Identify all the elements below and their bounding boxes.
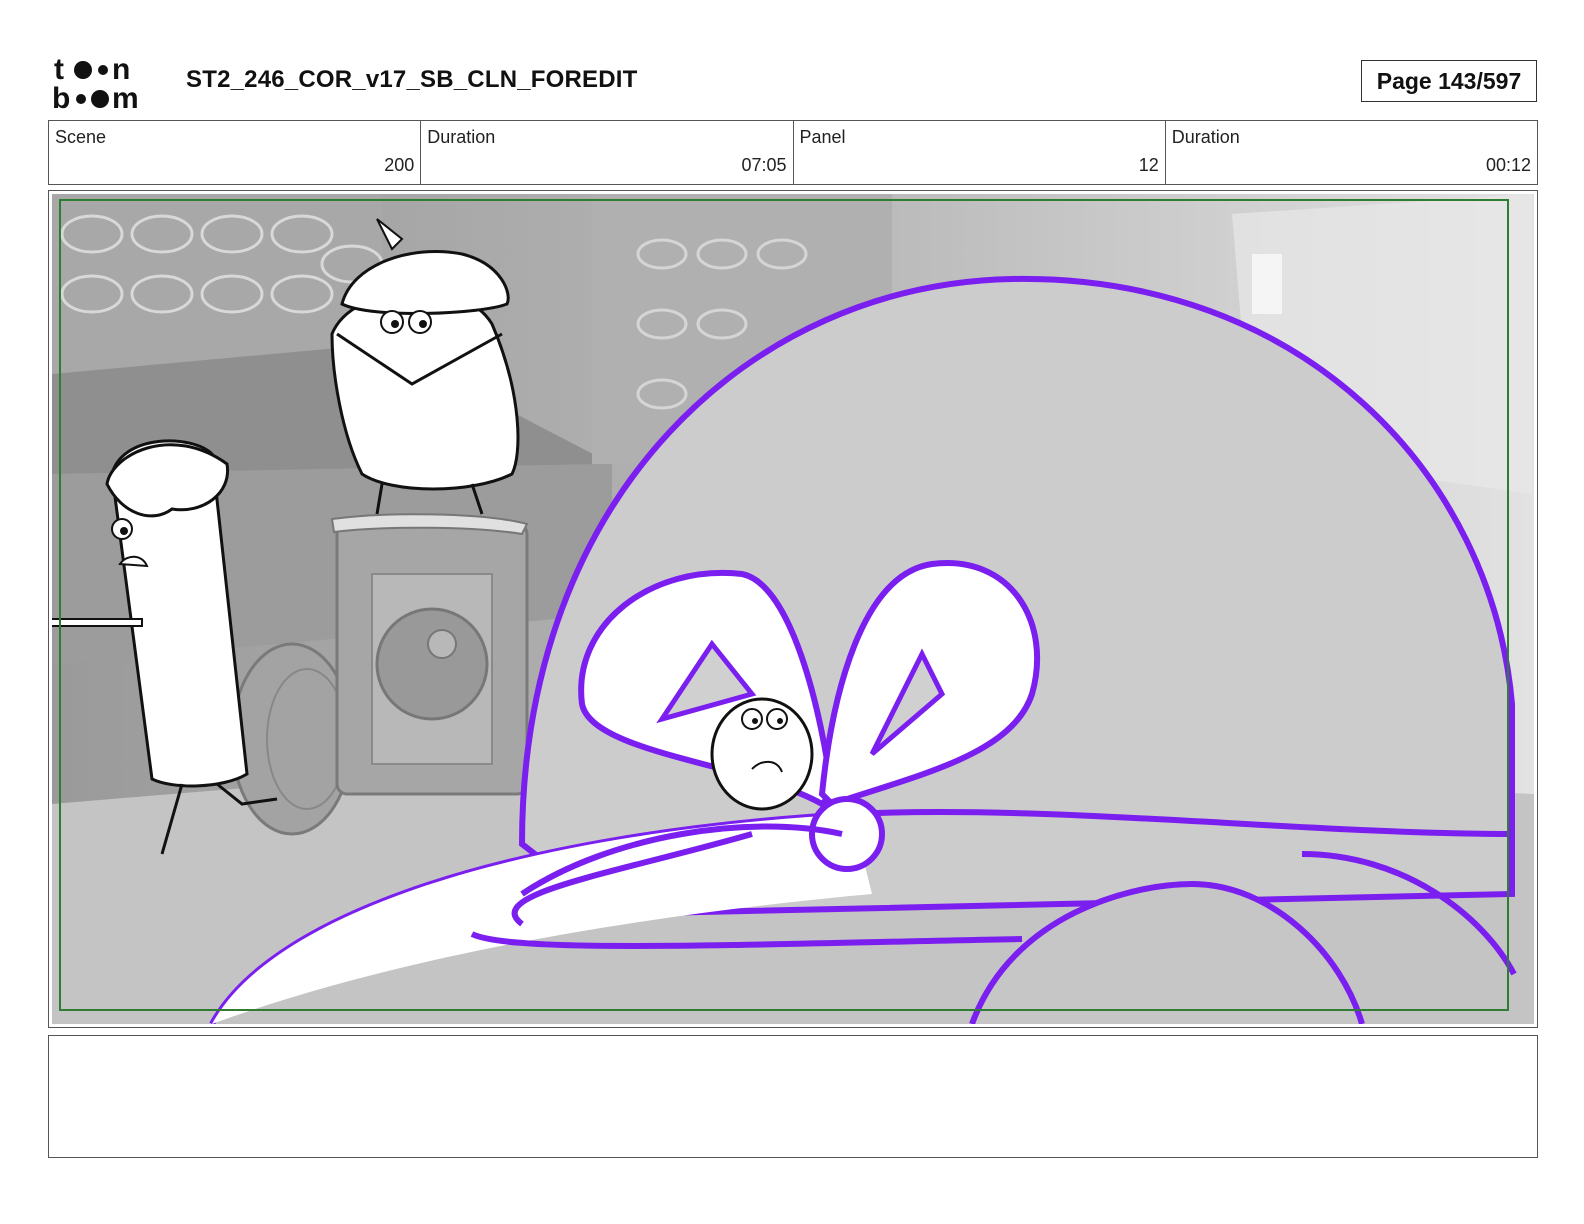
storyboard-panel	[48, 190, 1538, 1028]
scene-cell: Scene 200	[49, 121, 422, 184]
svg-text:m: m	[112, 82, 139, 112]
scene-info-table: Scene 200 Duration 07:05 Panel 12 Durati…	[48, 120, 1538, 185]
panel-value: 12	[1138, 155, 1159, 175]
panel-duration-label: Duration	[1171, 127, 1240, 147]
storyboard-sketch-icon	[52, 194, 1534, 1024]
page-indicator: Page 143/597	[1361, 60, 1537, 102]
panel-cell: Panel 12	[794, 121, 1166, 184]
panel-duration-cell: Duration 00:12	[1166, 121, 1537, 184]
scene-duration-cell: Duration 07:05	[421, 121, 794, 184]
scene-value: 200	[384, 155, 415, 175]
panel-illustration	[52, 194, 1534, 1024]
scene-label: Scene	[55, 127, 107, 147]
logo-icon: t n b m	[52, 53, 139, 112]
panel-label: Panel	[799, 127, 846, 147]
toon-boom-logo: t n b m	[52, 52, 164, 112]
document-title: ST2_246_COR_v17_SB_CLN_FOREDIT	[186, 66, 638, 93]
panel-notes	[48, 1035, 1538, 1158]
scene-duration-label: Duration	[427, 127, 496, 147]
panel-duration-value: 00:12	[1485, 155, 1531, 175]
svg-text:b: b	[52, 82, 70, 112]
scene-duration-value: 07:05	[741, 155, 787, 175]
